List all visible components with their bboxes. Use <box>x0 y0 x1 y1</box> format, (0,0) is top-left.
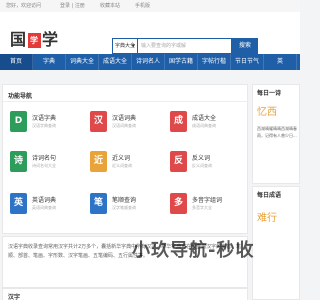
search-input[interactable]: 输入要查询的字或解 <box>138 38 232 54</box>
tool-item[interactable]: 近 近义词 近义词查询 <box>85 147 163 177</box>
tool-desc: 多音字大全 <box>192 205 212 210</box>
tool-desc: 近义词查询 <box>112 163 132 168</box>
tool-name: 近义词 <box>112 155 131 162</box>
tool-item[interactable]: 汉 汉语词典 汉语词典查询 <box>85 107 163 137</box>
poem-title[interactable]: 忆西 <box>257 103 277 118</box>
nav-item-english[interactable]: 英 <box>264 54 297 70</box>
main-nav: 首页 字典 词典大全 成语大全 诗词名人 国学古籍 字帖行楷 节日节气 英 <box>0 54 300 70</box>
tool-item[interactable]: 英 英语词典 英语词典查询 <box>5 189 83 219</box>
tool-item[interactable]: D 汉语字典 汉语字典查询 <box>5 107 83 137</box>
tool-desc: 成语词典查询 <box>192 123 216 128</box>
nav-item-classics[interactable]: 国学古籍 <box>165 54 198 70</box>
divider <box>3 101 249 102</box>
tool-desc: 汉字笔顺查询 <box>112 205 136 210</box>
logo-char: 学 <box>42 30 60 49</box>
search-type-select[interactable]: 字典大全 ▼ <box>112 38 138 54</box>
daily-poem-title: 每日一诗 <box>257 90 282 97</box>
tool-desc: 汉语词典查询 <box>112 123 136 128</box>
tool-desc: 英语词典查询 <box>32 205 56 210</box>
tool-name: 英语词典 <box>32 197 57 204</box>
daily-poem-card: 每日一诗 忆西 西湖晴耀晴晴西湖晴春雨，记得有人曾少日... <box>252 84 300 184</box>
topbar-link[interactable]: 登录 | 注册 <box>60 2 85 9</box>
logo-badge: 学 <box>28 33 42 48</box>
dictionary-icon: D <box>10 111 27 132</box>
topbar-link[interactable]: 手机版 <box>135 2 150 9</box>
tool-name: 笔顺查询 <box>112 197 137 204</box>
nav-item-idioms[interactable]: 成语大全 <box>99 54 132 70</box>
nav-item-calligraphy[interactable]: 字帖行楷 <box>198 54 231 70</box>
watermark: 小玖导航-秒收 <box>132 240 255 261</box>
daily-idiom-title: 每日成语 <box>257 192 282 199</box>
header: 国学学 字典大全 ▼ 输入要查询的字或解 搜索 <box>0 12 300 54</box>
section-title: 汉字 <box>8 294 21 300</box>
search-button[interactable]: 搜索 <box>232 38 258 54</box>
tool-item[interactable]: 多 多音字组词 多音字大全 <box>165 189 243 219</box>
stroke-order-icon: 笔 <box>90 193 107 214</box>
synonym-icon: 近 <box>90 151 107 172</box>
idiom-icon: 成 <box>170 111 187 132</box>
nav-item-poems[interactable]: 诗词名人 <box>132 54 165 70</box>
section-card: 汉字 <box>2 288 248 300</box>
word-dictionary-icon: 汉 <box>90 111 107 132</box>
chevron-down-icon: ▼ <box>131 43 135 48</box>
poem-icon: 诗 <box>10 151 27 172</box>
page: 您好，欢迎访问 登录 | 注册 收藏本站 手机版 国学学 字典大全 ▼ 输入要查… <box>0 0 300 300</box>
tool-desc: 反义词查询 <box>192 163 212 168</box>
tool-item[interactable]: 诗 诗词名句 诗词名句大全 <box>5 147 83 177</box>
tool-name: 汉语字典 <box>32 115 57 122</box>
tool-name: 成语大全 <box>192 115 217 122</box>
search-bar: 字典大全 ▼ 输入要查询的字或解 搜索 <box>112 38 258 54</box>
nav-item-home[interactable]: 首页 <box>0 54 33 70</box>
idiom-word[interactable]: 难行 <box>257 209 277 224</box>
tools-card: 功能导航 D 汉语字典 汉语字典查询 汉 汉语词典 汉语词典查询 成 成语大全 … <box>2 84 249 234</box>
nav-item-dictionary[interactable]: 字典 <box>33 54 66 70</box>
tool-desc: 诗词名句大全 <box>32 163 56 168</box>
tools-title: 功能导航 <box>8 93 33 100</box>
logo-char: 国 <box>10 30 28 49</box>
nav-item-festivals[interactable]: 节日节气 <box>231 54 264 70</box>
tool-name: 汉语词典 <box>112 115 137 122</box>
tool-item[interactable]: 成 成语大全 成语词典查询 <box>165 107 243 137</box>
polyphone-icon: 多 <box>170 193 187 214</box>
tool-name: 反义词 <box>192 155 211 162</box>
english-dictionary-icon: 英 <box>10 193 27 214</box>
tool-name: 多音字组词 <box>192 197 223 204</box>
topbar-link[interactable]: 您好，欢迎访问 <box>6 2 41 9</box>
antonym-icon: 反 <box>170 151 187 172</box>
topbar-link[interactable]: 收藏本站 <box>100 2 120 9</box>
tool-desc: 汉语字典查询 <box>32 123 56 128</box>
nav-item-words[interactable]: 词典大全 <box>66 54 99 70</box>
poem-text: 西湖晴耀晴晴西湖晴春雨，记得有人曾少日... <box>257 126 297 138</box>
tool-item[interactable]: 反 反义词 反义词查询 <box>165 147 243 177</box>
site-logo[interactable]: 国学学 <box>10 26 59 50</box>
tool-name: 诗词名句 <box>32 155 57 162</box>
tool-item[interactable]: 笔 笔顺查询 汉字笔顺查询 <box>85 189 163 219</box>
